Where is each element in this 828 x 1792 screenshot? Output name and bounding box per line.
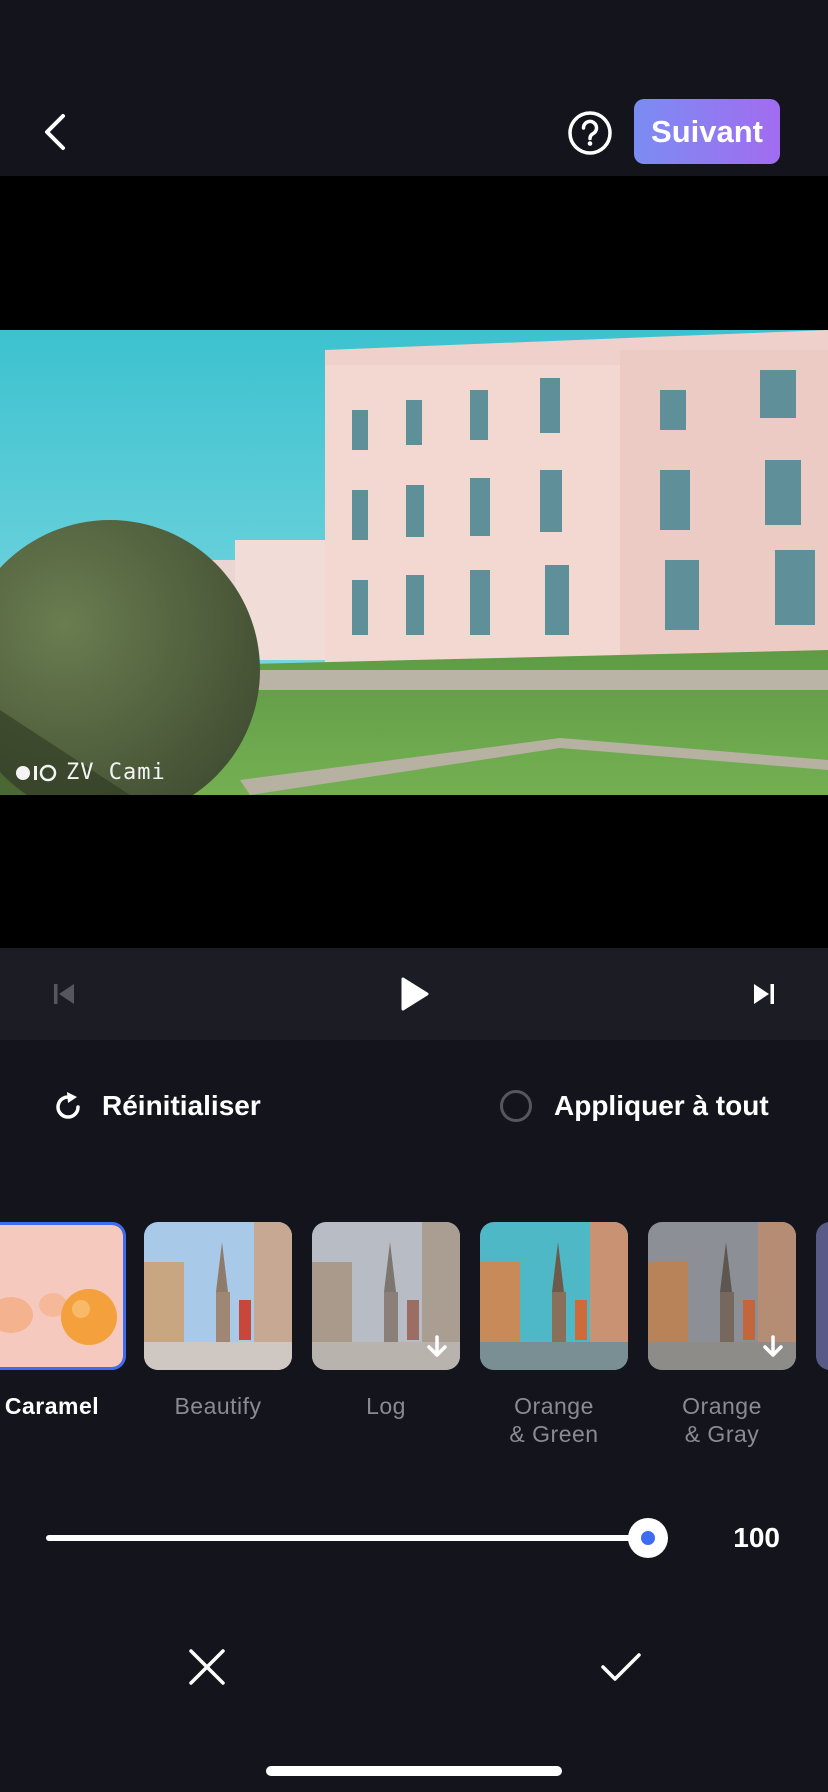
filter-label: Beautify: [144, 1392, 292, 1420]
filter-label-line1: Orange: [514, 1393, 594, 1419]
skip-previous-icon: [54, 984, 74, 1004]
play-button[interactable]: [390, 970, 438, 1018]
filter-label: Caramel: [0, 1392, 126, 1420]
chevron-left-icon: [45, 114, 65, 150]
filter-label: Orange & Green: [480, 1392, 628, 1448]
filter-item-orange-green[interactable]: Orange & Green: [480, 1222, 628, 1448]
filter-thumbnail: [312, 1222, 460, 1370]
filter-carousel[interactable]: Caramel Beautify Log Orange & Green Oran…: [0, 1222, 828, 1462]
filter-thumbnail: [480, 1222, 628, 1370]
filter-label-line2: & Gray: [684, 1421, 760, 1447]
slider-value: 100: [733, 1522, 780, 1553]
preview-image: [0, 330, 828, 795]
play-icon: [401, 977, 429, 1011]
download-icon: [758, 1332, 788, 1362]
filter-item-next[interactable]: [816, 1222, 828, 1370]
slider-track[interactable]: [46, 1535, 668, 1541]
filter-thumbnail: [816, 1222, 828, 1370]
download-icon: [422, 1332, 452, 1362]
next-button[interactable]: Suivant: [634, 99, 780, 164]
preview-frame: ZV Cami: [0, 330, 828, 795]
slider-knob-dot: [641, 1531, 655, 1545]
slider-knob[interactable]: [628, 1518, 668, 1558]
apply-all-label: Appliquer à tout: [554, 1090, 769, 1121]
filter-item-caramel[interactable]: Caramel: [0, 1222, 126, 1420]
apply-all-radio[interactable]: [500, 1090, 532, 1122]
skip-next-button[interactable]: [740, 970, 788, 1018]
skip-previous-button[interactable]: [40, 970, 88, 1018]
reset-label: Réinitialiser: [102, 1090, 261, 1121]
refresh-icon: [56, 1092, 80, 1119]
filter-thumbnail: [648, 1222, 796, 1370]
video-preview[interactable]: ZV Cami: [0, 176, 828, 948]
filter-label-line1: Caramel: [4, 1393, 100, 1419]
filter-thumbnail: [0, 1222, 126, 1370]
watermark: ZV Cami: [14, 760, 166, 785]
intensity-slider[interactable]: [46, 1516, 686, 1560]
filter-label: Log: [312, 1392, 460, 1420]
top-bar: Suivant: [0, 0, 828, 176]
cancel-button[interactable]: [182, 1642, 232, 1692]
apply-all-toggle[interactable]: Appliquer à tout: [500, 1090, 769, 1122]
filter-item-orange-gray[interactable]: Orange & Gray: [648, 1222, 796, 1448]
filter-item-beautify[interactable]: Beautify: [144, 1222, 292, 1420]
filter-panel: Réinitialiser Appliquer à tout Caramel B…: [0, 1040, 828, 1792]
help-button[interactable]: [567, 110, 613, 156]
camera-logo-icon: [16, 764, 57, 781]
close-icon: [189, 1649, 225, 1685]
reset-button[interactable]: Réinitialiser: [52, 1090, 261, 1122]
watermark-text: ZV Cami: [66, 760, 166, 785]
home-indicator: [266, 1766, 562, 1776]
confirm-button[interactable]: [596, 1642, 646, 1692]
skip-next-icon: [754, 984, 774, 1004]
back-button[interactable]: [38, 110, 72, 154]
filter-thumbnail: [144, 1222, 292, 1370]
filter-label: Orange & Gray: [648, 1392, 796, 1448]
filter-label-line1: Log: [366, 1393, 406, 1419]
playback-controls: [0, 948, 828, 1040]
filter-label-line1: Orange: [682, 1393, 762, 1419]
checkmark-icon: [601, 1653, 641, 1681]
filter-item-log[interactable]: Log: [312, 1222, 460, 1420]
filter-label-line1: Beautify: [174, 1393, 262, 1419]
filter-label-line2: & Green: [509, 1421, 599, 1447]
question-circle-icon: [568, 111, 612, 155]
